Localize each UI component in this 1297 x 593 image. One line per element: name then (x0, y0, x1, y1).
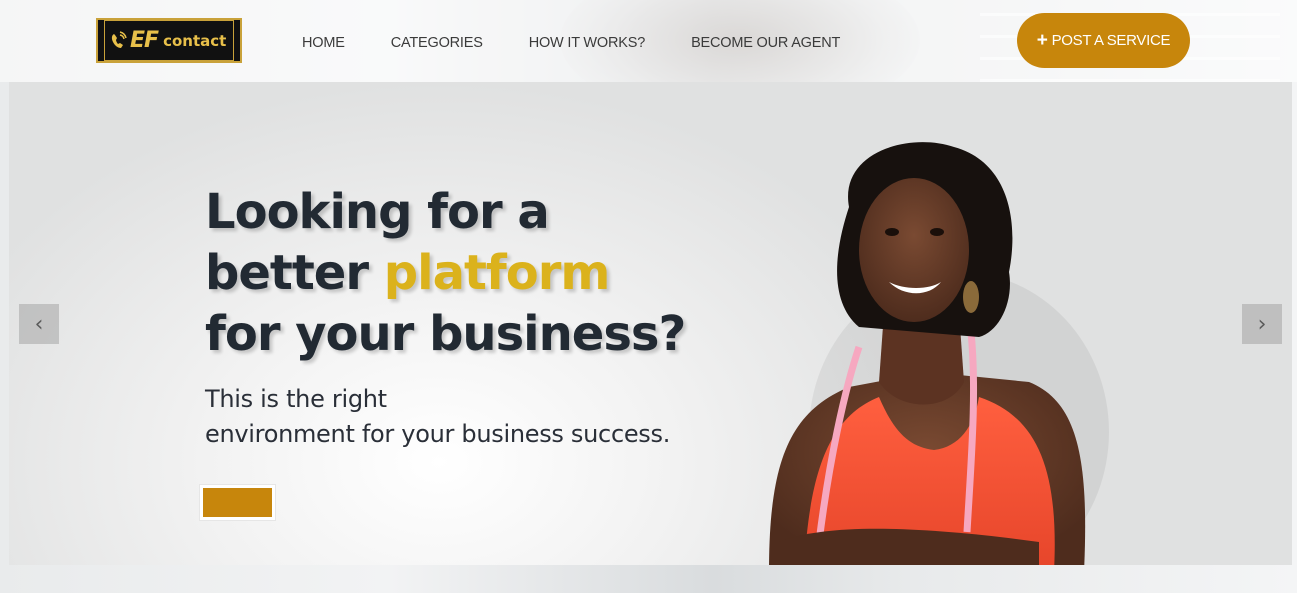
phone-icon (111, 30, 127, 48)
chevron-right-icon: › (1257, 311, 1267, 337)
main-nav: HOME CATEGORIES HOW IT WORKS? BECOME OUR… (302, 35, 886, 51)
hero-title: Looking for a better platform for your b… (205, 182, 686, 365)
post-a-service-label: POST A SERVICE (1051, 32, 1171, 49)
hero-title-accent: platform (383, 245, 611, 301)
plus-icon: + (1036, 30, 1048, 51)
nav-item-become-agent[interactable]: BECOME OUR AGENT (691, 35, 840, 51)
woman-photo (769, 142, 1109, 565)
hero-cta-button[interactable] (200, 485, 275, 520)
hero-subtitle-line1: This is the right (205, 385, 387, 413)
hero-slider: Looking for a better platform for your b… (9, 82, 1292, 565)
hero-title-line1: Looking for a (205, 184, 550, 240)
site-header: EF contact HOME CATEGORIES HOW IT WORKS?… (0, 0, 1297, 82)
hero-subtitle: This is the right environment for your b… (205, 382, 670, 452)
ef-contact-logo[interactable]: EF contact (96, 18, 242, 63)
logo-contact-text: contact (163, 31, 227, 50)
nav-item-home[interactable]: HOME (302, 35, 345, 51)
logo-frame: EF contact (104, 20, 234, 61)
hero-subtitle-line2: environment for your business success. (205, 420, 671, 448)
nav-item-categories[interactable]: CATEGORIES (391, 35, 483, 51)
logo-ef-text: EF (130, 28, 159, 53)
hero-title-line3: for your business? (205, 306, 686, 362)
slider-prev-button[interactable]: ‹ (19, 304, 59, 344)
slider-next-button[interactable]: › (1242, 304, 1282, 344)
chevron-left-icon: ‹ (34, 311, 44, 337)
hero-title-line2-prefix: better (205, 245, 384, 301)
nav-item-how-it-works[interactable]: HOW IT WORKS? (529, 35, 646, 51)
post-a-service-button[interactable]: + POST A SERVICE (1017, 13, 1190, 68)
